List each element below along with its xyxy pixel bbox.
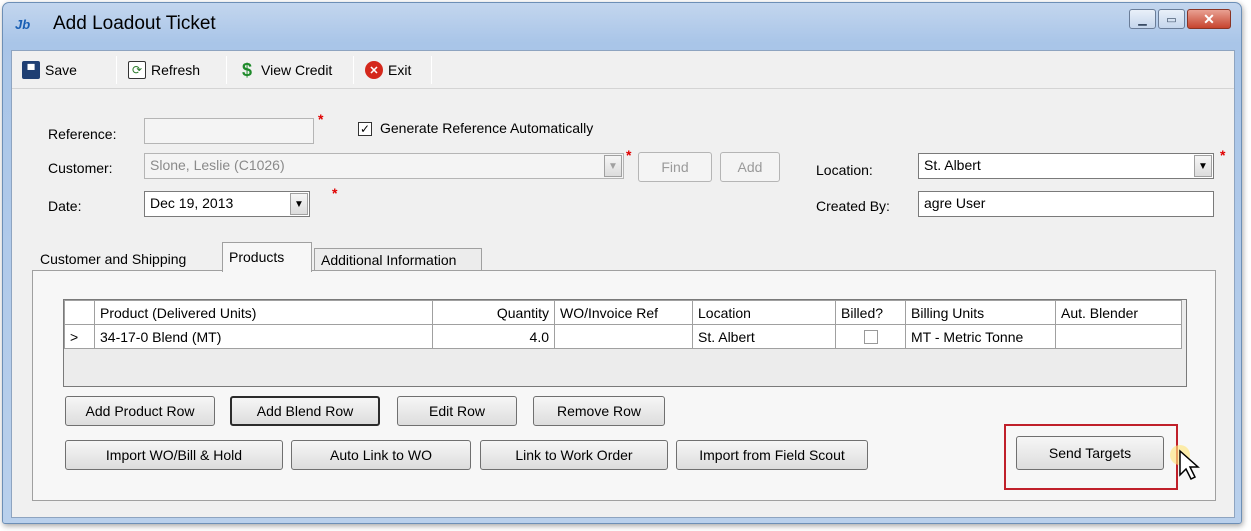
find-button[interactable]: Find bbox=[638, 152, 712, 182]
refresh-icon: ⟳ bbox=[128, 61, 146, 79]
chevron-down-icon[interactable]: ▼ bbox=[604, 155, 622, 177]
view-credit-label: View Credit bbox=[261, 62, 333, 78]
table-row[interactable]: > 34-17-0 Blend (MT) 4.0 St. Albert MT -… bbox=[64, 324, 1182, 349]
exit-label: Exit bbox=[388, 62, 412, 78]
toolbar-separator bbox=[226, 56, 227, 84]
required-marker: * bbox=[1220, 147, 1226, 163]
reference-label: Reference: bbox=[48, 126, 117, 142]
refresh-button[interactable]: ⟳ Refresh bbox=[124, 56, 204, 84]
import-wo-bill-hold-button[interactable]: Import WO/Bill & Hold bbox=[65, 440, 283, 470]
save-button[interactable]: ▀ Save bbox=[18, 56, 81, 84]
wo-ref-cell[interactable] bbox=[554, 324, 693, 349]
customer-value: Slone, Leslie (C1026) bbox=[150, 157, 285, 173]
products-grid: Product (Delivered Units) Quantity WO/In… bbox=[63, 299, 1187, 387]
minimize-button[interactable]: ▁ bbox=[1129, 9, 1156, 29]
close-icon: ✕ bbox=[1203, 10, 1215, 27]
toolbar-separator bbox=[353, 56, 354, 84]
location-select[interactable]: St. Albert ▼ bbox=[918, 153, 1214, 179]
save-label: Save bbox=[45, 62, 77, 78]
caption-buttons: ▁ ▭ ✕ bbox=[1129, 9, 1231, 29]
created-by-label: Created By: bbox=[816, 198, 890, 214]
app-icon: Jb bbox=[15, 17, 31, 32]
created-by-input[interactable]: agre User bbox=[918, 191, 1214, 217]
generate-reference-checkbox[interactable]: ✓ bbox=[358, 122, 372, 136]
refresh-label: Refresh bbox=[151, 62, 201, 78]
save-icon: ▀ bbox=[22, 61, 40, 79]
grid-header-row: Product (Delivered Units) Quantity WO/In… bbox=[64, 300, 1182, 325]
required-marker: * bbox=[332, 185, 338, 201]
close-button[interactable]: ✕ bbox=[1187, 9, 1231, 29]
mouse-cursor-icon bbox=[1170, 445, 1200, 481]
location-label: Location: bbox=[816, 162, 873, 178]
tab-products[interactable]: Products bbox=[222, 242, 312, 272]
send-targets-button[interactable]: Send Targets bbox=[1016, 436, 1164, 470]
column-header[interactable]: WO/Invoice Ref bbox=[554, 300, 693, 325]
column-header[interactable]: Location bbox=[692, 300, 836, 325]
add-product-row-button[interactable]: Add Product Row bbox=[65, 396, 215, 426]
maximize-button[interactable]: ▭ bbox=[1158, 9, 1185, 29]
add-blend-row-button[interactable]: Add Blend Row bbox=[230, 396, 380, 426]
app-window: Jb Add Loadout Ticket ▁ ▭ ✕ ▀ Save ⟳ Ref… bbox=[2, 2, 1242, 524]
column-header[interactable]: Quantity bbox=[432, 300, 555, 325]
location-value: St. Albert bbox=[924, 157, 981, 173]
link-to-work-order-button[interactable]: Link to Work Order bbox=[480, 440, 668, 470]
window-title: Add Loadout Ticket bbox=[53, 13, 216, 34]
column-header[interactable]: Billed? bbox=[835, 300, 906, 325]
generate-reference-label: Generate Reference Automatically bbox=[380, 120, 594, 136]
minimize-icon: ▁ bbox=[1138, 13, 1147, 26]
toolbar-separator bbox=[431, 56, 432, 84]
toolbar: ▀ Save ⟳ Refresh $ View Credit ✕ Exit bbox=[12, 51, 1234, 89]
reference-input[interactable] bbox=[144, 118, 314, 144]
required-marker: * bbox=[318, 111, 324, 127]
dollar-icon: $ bbox=[241, 59, 252, 80]
client-area: ▀ Save ⟳ Refresh $ View Credit ✕ Exit Re… bbox=[11, 50, 1235, 518]
billed-cell[interactable] bbox=[835, 324, 906, 349]
chevron-down-icon[interactable]: ▼ bbox=[1194, 155, 1212, 177]
quantity-cell[interactable]: 4.0 bbox=[432, 324, 555, 349]
exit-button[interactable]: ✕ Exit bbox=[361, 56, 415, 84]
tab-customer-and-shipping[interactable]: Customer and Shipping bbox=[34, 248, 220, 272]
date-label: Date: bbox=[48, 198, 82, 214]
remove-row-button[interactable]: Remove Row bbox=[533, 396, 665, 426]
aut-blender-cell[interactable] bbox=[1055, 324, 1182, 349]
billing-units-cell[interactable]: MT - Metric Tonne bbox=[905, 324, 1056, 349]
row-marker: > bbox=[64, 324, 95, 349]
exit-icon: ✕ bbox=[365, 61, 383, 79]
chevron-down-icon[interactable]: ▼ bbox=[290, 193, 308, 215]
import-from-field-scout-button[interactable]: Import from Field Scout bbox=[676, 440, 868, 470]
customer-label: Customer: bbox=[48, 160, 113, 176]
title-bar[interactable]: Jb Add Loadout Ticket ▁ ▭ ✕ bbox=[3, 3, 1241, 49]
maximize-icon: ▭ bbox=[1166, 13, 1177, 26]
required-marker: * bbox=[626, 147, 632, 163]
billed-checkbox[interactable] bbox=[863, 330, 878, 344]
column-header[interactable]: Product (Delivered Units) bbox=[94, 300, 433, 325]
toolbar-separator bbox=[116, 56, 117, 84]
column-header[interactable]: Billing Units bbox=[905, 300, 1056, 325]
auto-link-to-wo-button[interactable]: Auto Link to WO bbox=[291, 440, 471, 470]
product-cell[interactable]: 34-17-0 Blend (MT) bbox=[94, 324, 433, 349]
view-credit-button[interactable]: $ View Credit bbox=[234, 56, 336, 84]
customer-select[interactable]: Slone, Leslie (C1026) ▼ bbox=[144, 153, 624, 179]
row-header-cell bbox=[64, 300, 95, 325]
tab-additional-information[interactable]: Additional Information bbox=[314, 248, 482, 272]
add-customer-button[interactable]: Add bbox=[720, 152, 780, 182]
date-value: Dec 19, 2013 bbox=[150, 195, 234, 211]
column-header[interactable]: Aut. Blender bbox=[1055, 300, 1182, 325]
edit-row-button[interactable]: Edit Row bbox=[397, 396, 517, 426]
location-cell[interactable]: St. Albert bbox=[692, 324, 836, 349]
date-picker[interactable]: Dec 19, 2013 ▼ bbox=[144, 191, 310, 217]
